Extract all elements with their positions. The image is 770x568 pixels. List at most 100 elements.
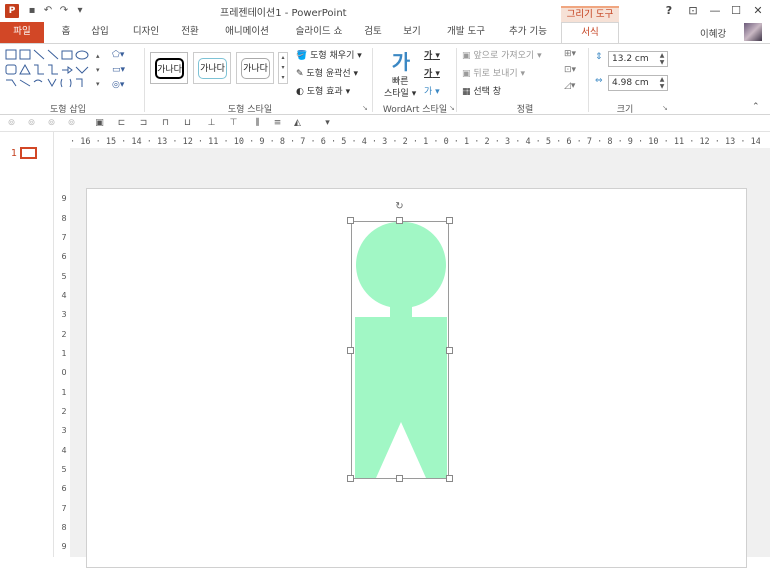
powerpoint-logo-icon[interactable]: P — [5, 4, 19, 18]
distribute-horizontal-icon[interactable]: ⫼ — [252, 118, 263, 129]
slide-thumbnail[interactable] — [20, 147, 37, 159]
size-label: 크기 — [616, 105, 634, 115]
shape-effects-button[interactable]: ◐ 도형 효과 ▾ — [296, 84, 350, 97]
vruler-label: 6 — [61, 484, 67, 493]
align-right-icon[interactable]: ⊓ — [160, 118, 171, 129]
align-center-icon[interactable]: ⊐ — [138, 118, 149, 129]
shape-gallery[interactable]: ▴ ▾ ▾ — [4, 48, 104, 94]
slide-canvas[interactable]: ↻ — [70, 148, 770, 568]
text-outline-button[interactable]: 가 ▾ — [424, 66, 440, 79]
vruler-label: 0 — [61, 368, 67, 377]
tab-view[interactable]: 보기 — [398, 22, 426, 43]
shape-fill-button[interactable]: 🪣 도형 채우기 ▾ — [296, 48, 362, 61]
shapes-grid-icon[interactable]: ▴ ▾ ▾ — [4, 48, 104, 94]
size-launcher-icon[interactable]: ↘ — [662, 104, 670, 112]
resize-handle-e[interactable] — [446, 347, 453, 354]
ungroup-objects-icon[interactable]: ⊚ — [26, 118, 37, 129]
avatar[interactable] — [744, 23, 762, 41]
group-divider — [144, 48, 145, 112]
tab-design[interactable]: 디자인 — [124, 22, 168, 43]
save-icon[interactable]: ▪ — [26, 5, 38, 17]
tab-animations[interactable]: 애니메이션 — [216, 22, 278, 43]
tab-slideshow[interactable]: 슬라이드 쇼 — [288, 22, 350, 43]
align-bottom-icon[interactable]: ⊤ — [228, 118, 239, 129]
resize-handle-w[interactable] — [347, 347, 354, 354]
vruler-label: 7 — [61, 504, 67, 513]
bring-forward-icon: ▣ — [462, 51, 471, 61]
vruler-label: 3 — [61, 426, 67, 435]
send-backward-button[interactable]: ▣ 뒤로 보내기 ▾ — [462, 66, 525, 79]
svg-text:▾: ▾ — [96, 66, 100, 74]
rotate-handle-icon[interactable]: ↻ — [394, 201, 405, 212]
ribbon-display-options-button[interactable]: ⊡ — [684, 3, 702, 19]
close-button[interactable]: ✕ — [749, 3, 767, 19]
resize-handle-sw[interactable] — [347, 475, 354, 482]
restore-button[interactable]: ☐ — [727, 3, 745, 19]
vruler-label: 9 — [61, 542, 67, 551]
vruler-label: 3 — [61, 310, 67, 319]
tab-developer[interactable]: 개발 도구 — [438, 22, 494, 43]
slide[interactable]: ↻ — [86, 188, 747, 568]
text-fill-button[interactable]: 가 ▾ — [424, 48, 440, 61]
height-spinner-icon[interactable]: ▲ ▼ — [658, 52, 666, 66]
align-group-rotate-tools[interactable]: ⊞▾ ⊡▾ ◿▾ — [564, 46, 586, 94]
shape-width-field[interactable]: 4.98 cm ▲ ▼ — [608, 75, 668, 91]
selection-pane-button[interactable]: ▦ 선택 창 — [462, 84, 501, 97]
regroup-objects-icon[interactable]: ⊚ — [46, 118, 57, 129]
redo-icon[interactable]: ↷ — [58, 5, 70, 17]
collapse-ribbon-icon[interactable]: ⌃ — [752, 102, 760, 112]
tab-home[interactable]: 홈 — [56, 22, 76, 43]
group-divider — [456, 48, 457, 112]
resize-handle-nw[interactable] — [347, 217, 354, 224]
shape-outline-button[interactable]: ✎ 도형 윤곽선 ▾ — [296, 66, 358, 79]
quick-styles-label-2[interactable]: 스타일 ▾ — [384, 86, 416, 99]
bring-forward-button[interactable]: ▣ 앞으로 가져오기 ▾ — [462, 48, 542, 61]
edit-shape-tools[interactable]: ⬠▾ ▭▾ ◎▾ — [112, 48, 138, 94]
shape-style-preset-3[interactable]: 가나다 — [236, 52, 274, 84]
vruler-label: 2 — [61, 330, 67, 339]
resize-handle-se[interactable] — [446, 475, 453, 482]
shape-height-field[interactable]: 13.2 cm ▲ ▼ — [608, 51, 668, 67]
vruler-label: 9 — [61, 194, 67, 203]
tab-file[interactable]: 파일 — [0, 22, 44, 43]
shape-effects-dropdown-icon[interactable]: ◭ — [292, 118, 303, 129]
group-objects-icon[interactable]: ⊚ — [6, 118, 17, 129]
selection-icon[interactable]: ▣ — [94, 118, 105, 129]
shape-style-preset-2[interactable]: 가나다 — [193, 52, 231, 84]
context-tab-header: 그리기 도구 — [561, 6, 619, 22]
merge-shapes-icon[interactable]: ⊚ — [66, 118, 77, 129]
tab-insert[interactable]: 삽입 — [86, 22, 114, 43]
tab-addins[interactable]: 추가 기능 — [500, 22, 556, 43]
tab-format[interactable]: 서식 — [561, 22, 619, 44]
person-shape[interactable] — [351, 222, 451, 482]
undo-icon[interactable]: ↶ — [42, 5, 54, 17]
user-name[interactable]: 이혜강 — [700, 26, 726, 40]
customize-toolbar-icon[interactable]: ▾ — [322, 118, 333, 129]
vruler-label: 5 — [61, 272, 67, 281]
customize-qat-icon[interactable]: ▾ — [74, 5, 86, 17]
paint-bucket-icon: 🪣 — [296, 51, 308, 61]
minimize-button[interactable]: — — [706, 3, 724, 19]
shape-styles-launcher-icon[interactable]: ↘ — [362, 104, 370, 112]
vruler-label: 1 — [61, 388, 67, 397]
width-spinner-icon[interactable]: ▲ ▼ — [658, 76, 666, 90]
pencil-icon: ✎ — [296, 69, 304, 79]
vruler-label: 8 — [61, 523, 67, 532]
resize-handle-n[interactable] — [396, 217, 403, 224]
resize-handle-ne[interactable] — [446, 217, 453, 224]
help-button[interactable]: ? — [660, 3, 678, 19]
group-divider — [372, 48, 373, 112]
align-top-icon[interactable]: ⊔ — [182, 118, 193, 129]
distribute-vertical-icon[interactable]: ≡ — [272, 118, 283, 129]
align-left-icon[interactable]: ⊏ — [116, 118, 127, 129]
tab-review[interactable]: 검토 — [358, 22, 388, 43]
vruler-label: 5 — [61, 465, 67, 474]
tab-transitions[interactable]: 전환 — [173, 22, 207, 43]
quick-styles-icon[interactable]: 가 — [388, 46, 414, 74]
shape-styles-more-button[interactable]: ▴ ▾ ▾ — [278, 52, 288, 84]
text-effects-button[interactable]: 가 ▾ — [424, 84, 440, 97]
resize-handle-s[interactable] — [396, 475, 403, 482]
shape-style-preset-1[interactable]: 가나다 — [150, 52, 188, 84]
selection-pane-icon: ▦ — [462, 87, 471, 97]
align-middle-icon[interactable]: ⊥ — [206, 118, 217, 129]
